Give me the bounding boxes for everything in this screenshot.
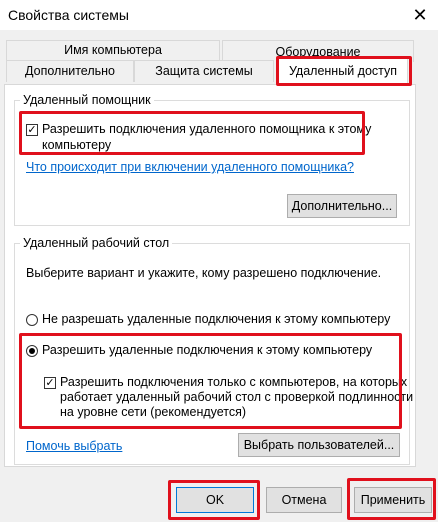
close-icon[interactable]: ✕ bbox=[406, 2, 434, 28]
tab-advanced[interactable]: Дополнительно bbox=[6, 60, 134, 82]
nla-checkbox[interactable]: ✓ bbox=[44, 377, 56, 389]
allow-remote-radio[interactable] bbox=[26, 345, 38, 357]
help-choose-link[interactable]: Помочь выбрать bbox=[26, 439, 122, 453]
remote-desktop-instruction: Выберите вариант и укажите, кому разреше… bbox=[26, 266, 382, 280]
nla-label-line3: на уровне сети (рекомендуется) bbox=[60, 405, 247, 419]
allow-remote-label: Разрешить удаленные подключения к этому … bbox=[42, 343, 373, 357]
remote-assistance-legend: Удаленный помощник bbox=[20, 93, 154, 107]
select-users-button[interactable]: Выбрать пользователей... bbox=[238, 433, 400, 457]
deny-remote-label: Не разрешать удаленные подключения к это… bbox=[42, 312, 391, 326]
allow-assistance-checkbox[interactable]: ✓ bbox=[26, 124, 38, 136]
tab-computer-name[interactable]: Имя компьютера bbox=[6, 40, 220, 60]
ok-button[interactable]: OK bbox=[176, 487, 254, 513]
nla-label-line2: работает удаленный рабочий стол с провер… bbox=[60, 390, 414, 404]
nla-label-line1: Разрешить подключения только с компьютер… bbox=[60, 375, 408, 389]
tab-remote[interactable]: Удаленный доступ bbox=[278, 58, 408, 84]
checkmark-icon: ✓ bbox=[45, 377, 55, 389]
allow-assistance-label-line2: компьютеру bbox=[42, 138, 112, 152]
tab-system-protection[interactable]: Защита системы bbox=[134, 60, 274, 82]
assistance-help-link[interactable]: Что происходит при включении удаленного … bbox=[26, 160, 354, 174]
advanced-button[interactable]: Дополнительно... bbox=[287, 194, 397, 218]
allow-assistance-label-line1: Разрешить подключения удаленного помощни… bbox=[42, 122, 372, 136]
apply-button[interactable]: Применить bbox=[354, 487, 432, 513]
cancel-button[interactable]: Отмена bbox=[266, 487, 342, 513]
remote-desktop-legend: Удаленный рабочий стол bbox=[20, 236, 173, 250]
checkmark-icon: ✓ bbox=[27, 124, 37, 136]
radio-selected-dot bbox=[29, 348, 35, 354]
window-title: Свойства системы bbox=[8, 7, 129, 23]
deny-remote-radio[interactable] bbox=[26, 314, 38, 326]
